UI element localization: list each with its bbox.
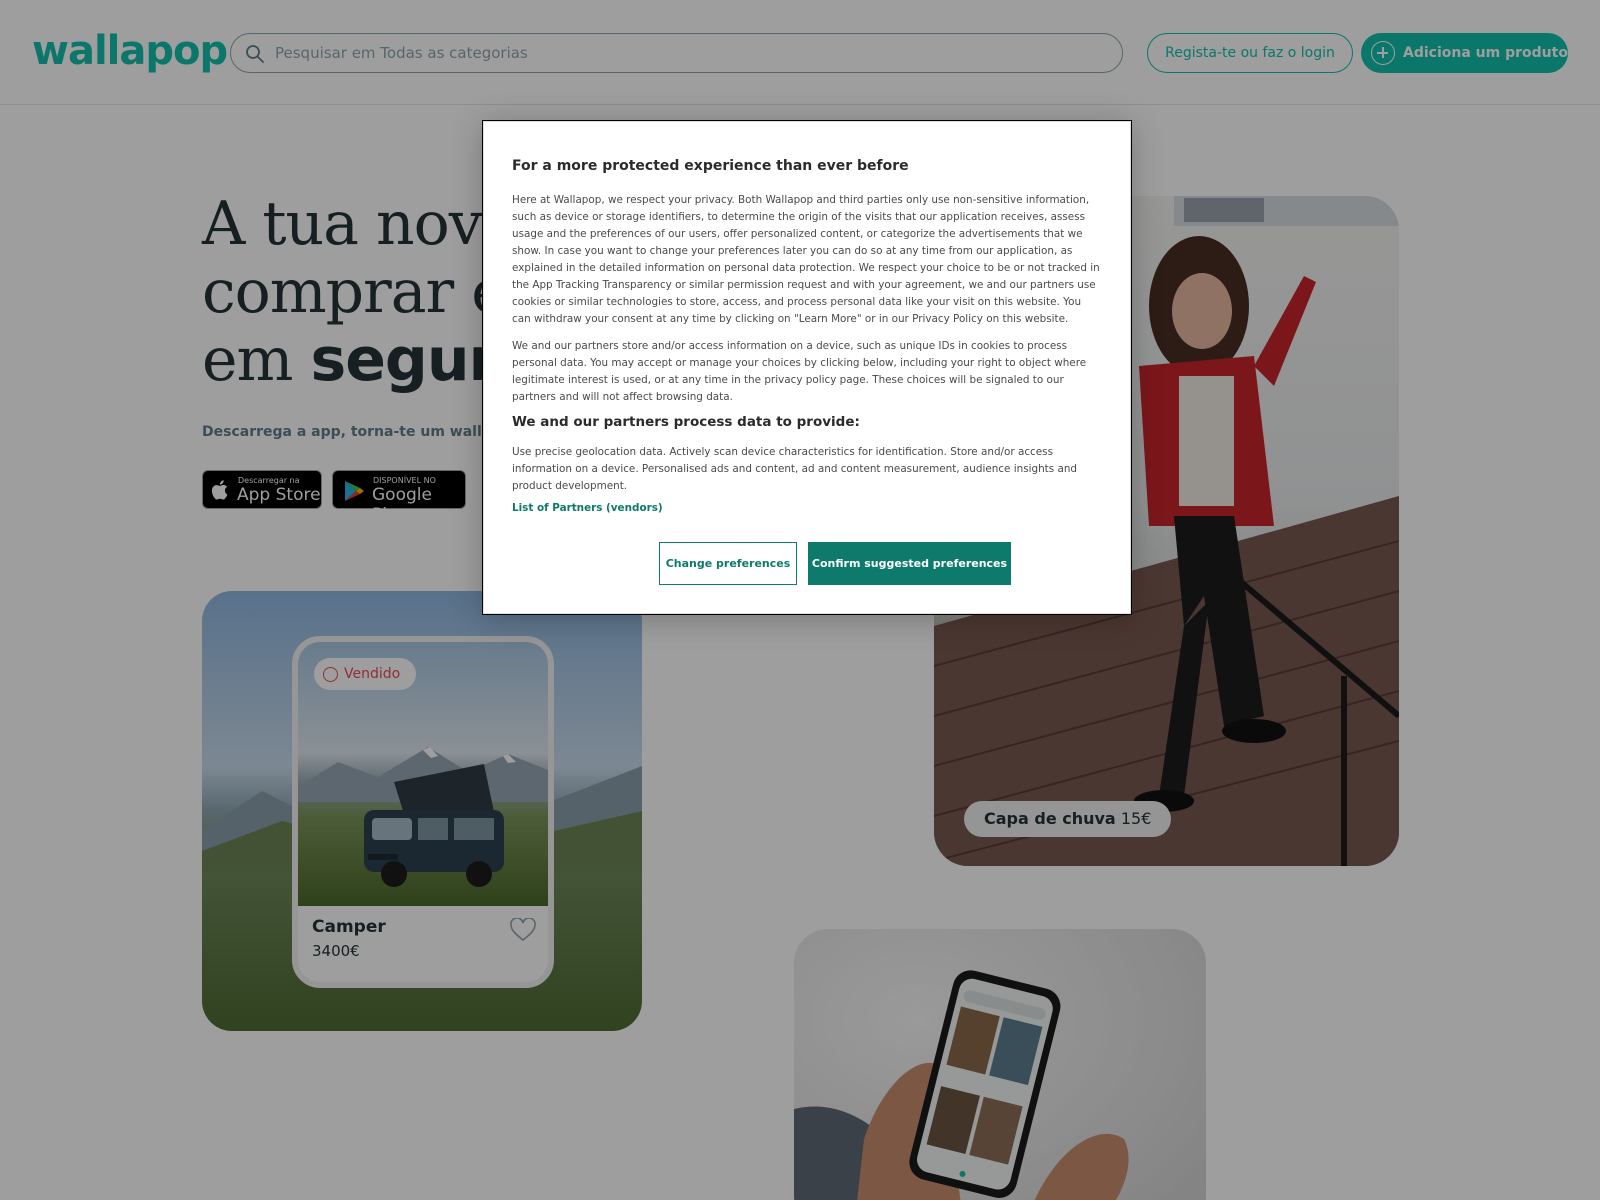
consent-paragraph-3: Use precise geolocation data. Actively s… xyxy=(512,446,1078,492)
partners-list-link[interactable]: List of Partners (vendors) xyxy=(512,502,663,514)
consent-subheading: We and our partners process data to prov… xyxy=(512,414,860,430)
confirm-preferences-button[interactable]: Confirm suggested preferences xyxy=(808,542,1011,585)
consent-paragraph-2: We and our partners store and/or access … xyxy=(512,340,1087,403)
consent-title: For a more protected experience than eve… xyxy=(512,158,909,174)
change-preferences-button[interactable]: Change preferences xyxy=(659,542,797,585)
consent-dialog: For a more protected experience than eve… xyxy=(483,121,1131,614)
consent-paragraph-1: Here at Wallapop, we respect your privac… xyxy=(512,194,1100,325)
